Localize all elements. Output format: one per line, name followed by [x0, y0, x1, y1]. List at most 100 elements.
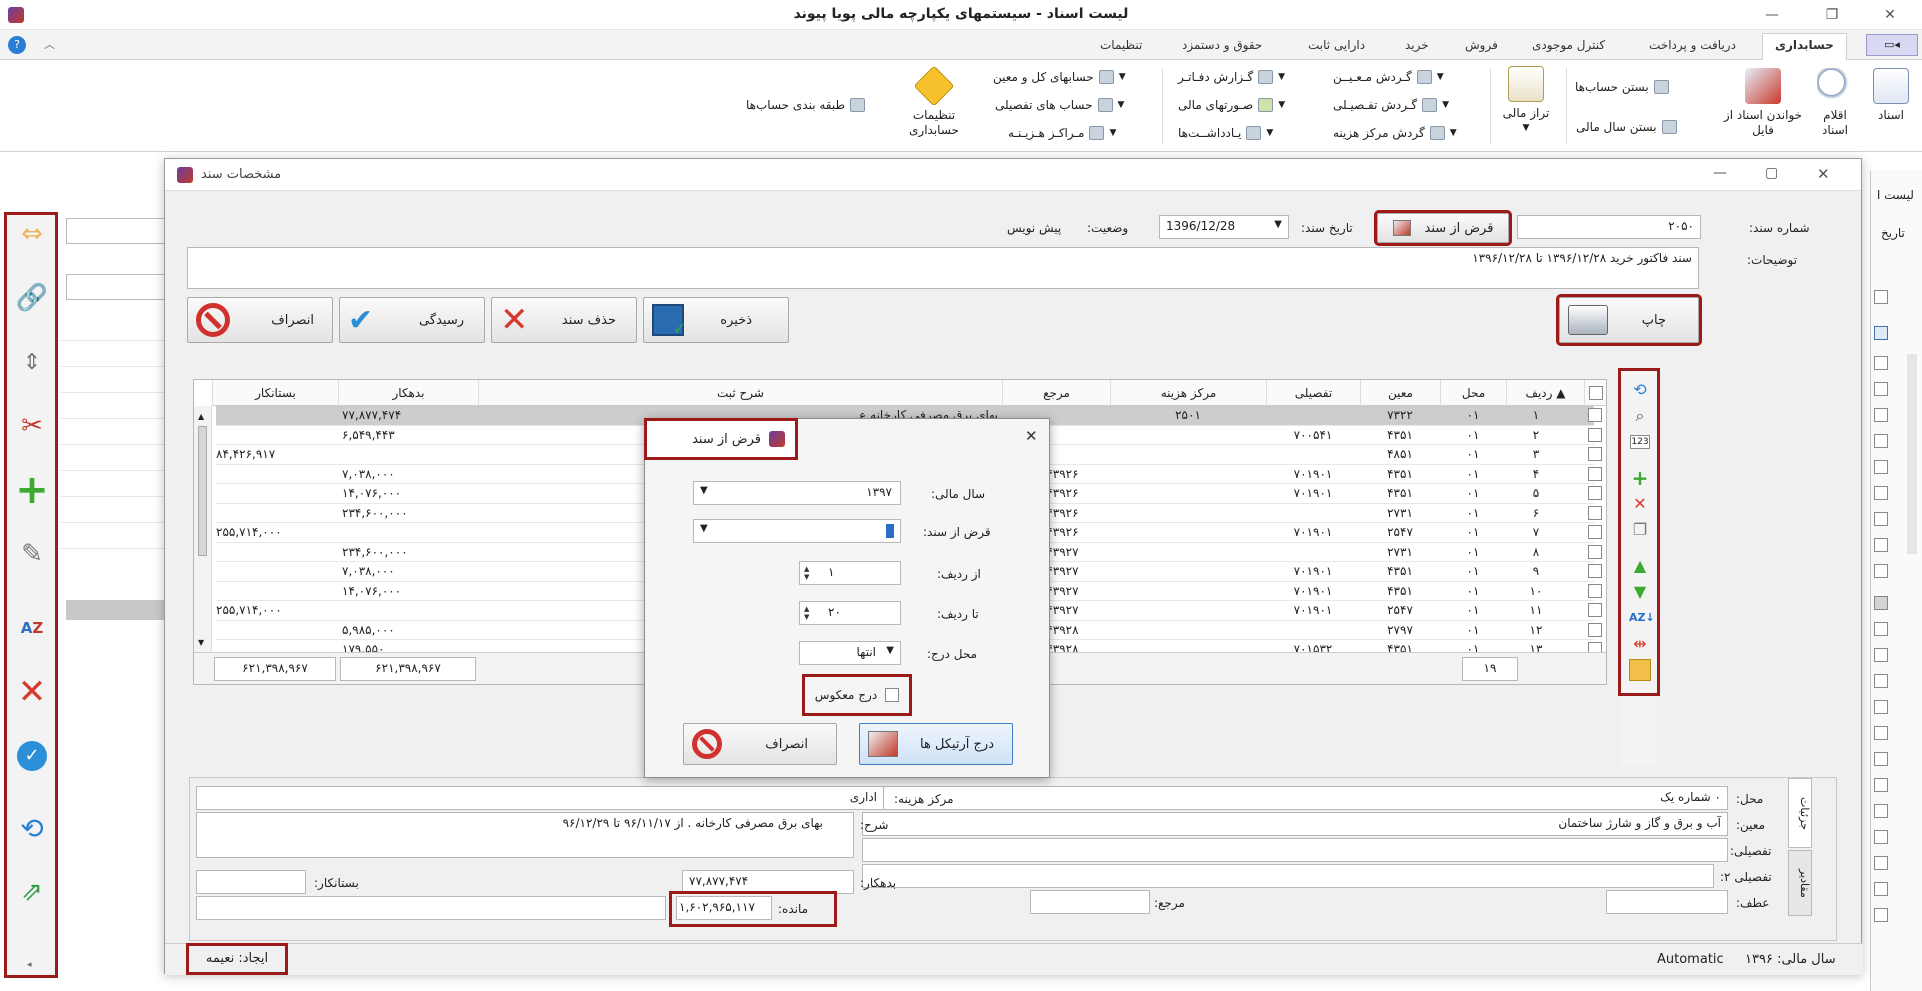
review-button[interactable]: ✔ رسیدگی [339, 297, 485, 343]
group-icon[interactable] [1629, 659, 1651, 681]
scroll-left-icon[interactable]: ◂ [27, 960, 32, 970]
tab-details[interactable]: جزئیات [1788, 778, 1812, 848]
minimize-button[interactable]: — [1752, 4, 1792, 26]
soorat-button[interactable]: ▼ صـورتهای مالی [1178, 98, 1285, 112]
copy-row-icon[interactable]: ❐ [1629, 519, 1651, 541]
add-icon[interactable]: + [15, 467, 49, 513]
row-height-icon[interactable]: ⇕ [15, 345, 49, 379]
close-button[interactable]: ✕ [1870, 4, 1910, 26]
place-dropdown-icon[interactable]: ▼ [886, 645, 894, 656]
maximize-button[interactable]: ❐ [1812, 4, 1852, 26]
reverse-checkbox[interactable] [885, 688, 900, 702]
tabaghe-button[interactable]: طبقه بندی حساب‌ها [746, 98, 866, 112]
atf-input[interactable] [1606, 890, 1728, 914]
bg-row-checkbox[interactable] [1874, 512, 1888, 526]
bg-row-checkbox[interactable] [1874, 596, 1888, 610]
row-checkbox[interactable] [1588, 408, 1602, 422]
grid-scrollbar[interactable]: ▲ ▼ [194, 406, 212, 652]
check-icon[interactable]: ✓ [15, 739, 49, 773]
moein-input[interactable]: آب و برق و گاز و شارژ ساختمان [862, 812, 1728, 836]
cut-icon[interactable]: ✂ [15, 409, 49, 443]
bes-input[interactable] [196, 870, 306, 894]
markaz-input[interactable]: اداری [196, 786, 884, 810]
help-icon[interactable]: ? [8, 36, 26, 54]
kol-moein-button[interactable]: ▼ حسابهای کل و معین [993, 70, 1126, 84]
row-checkbox[interactable] [1588, 583, 1602, 598]
bg-row-checkbox[interactable] [1874, 726, 1888, 740]
col-markaz[interactable]: مرکز هزینه [1110, 380, 1266, 406]
tab-hoghugh[interactable]: حقوق و دستمزد [1182, 38, 1262, 52]
tab-kharid[interactable]: خرید [1405, 38, 1429, 52]
sort-icon[interactable]: AZ↓ [1629, 607, 1655, 629]
marakez-button[interactable]: ▼ مـراکـز هـزیـنـه [1008, 126, 1116, 140]
delete-doc-button[interactable]: ✕ حذف سند [491, 297, 637, 343]
swap-arrows-icon[interactable]: ⇔ [15, 217, 49, 251]
bg-row-checkbox[interactable] [1874, 408, 1888, 422]
tab-daryaft-pardakht[interactable]: دریافت و پرداخت [1649, 38, 1736, 52]
print-button[interactable]: چاپ [1556, 294, 1702, 346]
col-mahal[interactable]: محل [1440, 380, 1506, 406]
tab-control-mojoodi[interactable]: کنترل موجودی [1532, 38, 1605, 52]
bg-row-checkbox[interactable] [1874, 434, 1888, 448]
bg-row-checkbox[interactable] [1874, 830, 1888, 844]
row-checkbox[interactable] [1588, 525, 1602, 539]
col-sharh[interactable]: شرح ثبت [478, 380, 1002, 406]
bed-input[interactable]: ۷۷,۸۷۷,۴۷۴ [682, 870, 854, 894]
bg-row-checkbox[interactable] [1874, 382, 1888, 396]
desc-textarea[interactable]: سند فاکتور خرید ۱۳۹۶/۱۲/۲۸ تا ۱۳۹۶/۱۲/۲۸ [187, 247, 1699, 289]
to-spinner-icon[interactable]: ▲ ▼ [804, 605, 809, 621]
window-minimize-button[interactable]: — [1713, 165, 1727, 181]
col-bedehkar[interactable]: بدهکار [338, 380, 478, 406]
link-add-icon[interactable]: 🔗 [15, 281, 49, 315]
tafsili2-input[interactable] [862, 864, 1714, 888]
doc-select[interactable]: ▼ [693, 519, 901, 543]
year-dropdown-icon[interactable]: ▼ [700, 485, 708, 496]
bg-row-checkbox[interactable] [1874, 622, 1888, 636]
delete-row-icon[interactable]: ✕ [1629, 493, 1651, 515]
bg-row-checkbox[interactable] [1874, 564, 1888, 578]
bg-row-checkbox[interactable] [1874, 486, 1888, 500]
window-maximize-button[interactable]: ▢ [1765, 165, 1778, 181]
refresh-rows-icon[interactable]: ⟲ [1629, 379, 1651, 401]
bg-row-checkbox[interactable] [1874, 326, 1888, 340]
refresh-icon[interactable]: ⟲ [15, 811, 49, 845]
col-tafsili[interactable]: تفصیلی [1266, 380, 1360, 406]
scroll-down-icon[interactable]: ▼ [198, 638, 204, 647]
gharz-az-sanad-button[interactable]: قرض از سند [1374, 210, 1512, 246]
collapse-ribbon-icon[interactable]: ︿ [44, 36, 55, 52]
bg-row-checkbox[interactable] [1874, 356, 1888, 370]
bg-filter-input-2[interactable] [66, 274, 166, 300]
insert-articles-button[interactable]: درج آرتیکل ها [859, 723, 1013, 765]
tab-forush[interactable]: فروش [1465, 38, 1498, 52]
delete-icon[interactable]: ✕ [15, 672, 49, 712]
mahal-input[interactable]: ۰ شماره یک [862, 786, 1728, 810]
gozaresh-button[interactable]: ▼ گـزارش دفـاتـر [1178, 70, 1285, 84]
tab-daraei-sabet[interactable]: دارایی ثابت [1308, 38, 1365, 52]
gardesh-tafsili-button[interactable]: ▼ گـردش تفـصیـلی [1333, 98, 1449, 112]
cancel-button[interactable]: انصراف [187, 297, 333, 343]
doc-no-input[interactable]: ۲۰۵۰ [1517, 215, 1701, 239]
window-close-button[interactable]: ✕ [1817, 165, 1830, 183]
gardesh-markaz-button[interactable]: ▼ گردش مرکز هزینه [1333, 126, 1457, 140]
year-select[interactable]: ۱۳۹۷ ▼ [693, 481, 901, 505]
bg-row-checkbox[interactable] [1874, 700, 1888, 714]
row-checkbox[interactable] [1588, 466, 1602, 481]
dialog-close-button[interactable]: ✕ [1025, 427, 1038, 445]
bg-row-checkbox[interactable] [1874, 804, 1888, 818]
select-all-checkbox[interactable] [1589, 386, 1603, 400]
bg-row-checkbox[interactable] [1874, 460, 1888, 474]
add-row-icon[interactable]: + [1629, 467, 1651, 489]
doc-dropdown-icon[interactable]: ▼ [700, 523, 708, 534]
yaddasht-button[interactable]: ▼ یـادداشــت‌ها [1178, 126, 1273, 140]
date-dropdown-icon[interactable]: ▼ [1274, 219, 1282, 230]
col-bestankar[interactable]: بستانکار [212, 380, 338, 406]
bg-scrollbar[interactable] [1907, 354, 1917, 554]
bg-row-checkbox[interactable] [1874, 290, 1888, 304]
row-checkbox[interactable] [1588, 505, 1602, 520]
col-radif[interactable]: ردیف ▲ [1506, 380, 1584, 406]
row-checkbox[interactable] [1588, 486, 1602, 500]
select-all-column[interactable] [1584, 380, 1606, 406]
bg-row-checkbox[interactable] [1874, 752, 1888, 766]
row-checkbox[interactable] [1588, 427, 1602, 442]
bg-row-checkbox[interactable] [1874, 538, 1888, 552]
